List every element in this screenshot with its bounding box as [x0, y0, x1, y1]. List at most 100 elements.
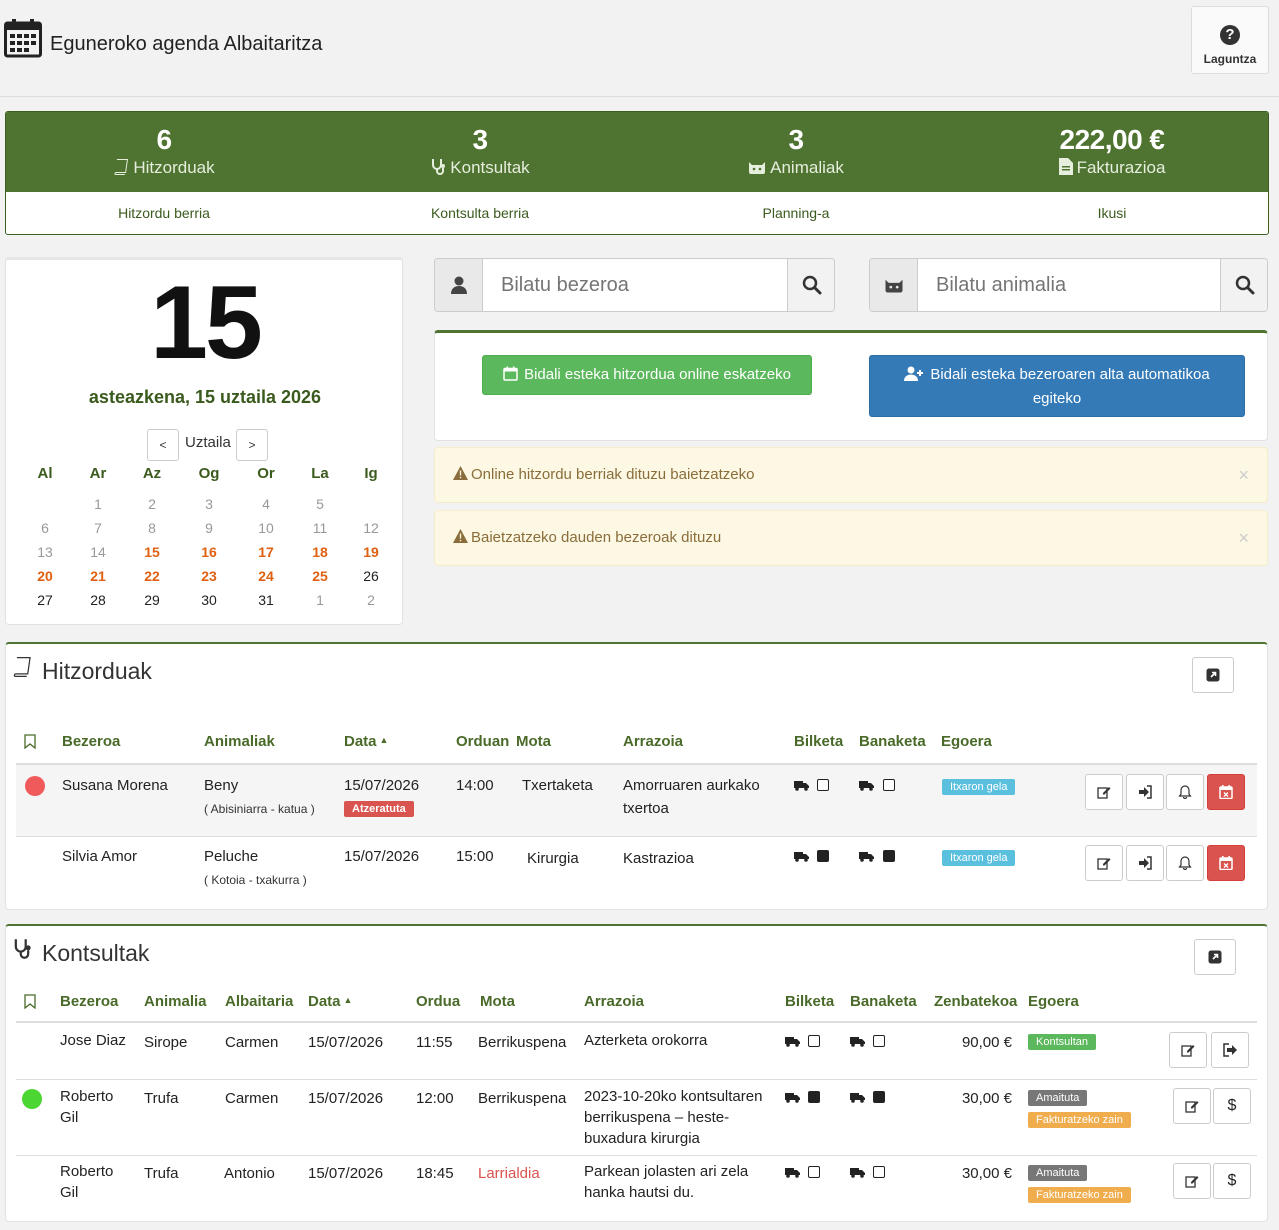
calendar-day[interactable]: 10 — [246, 520, 286, 536]
invoice-button[interactable]: $ — [1213, 1163, 1251, 1199]
delivery-checkbox[interactable] — [873, 1091, 885, 1103]
column-header[interactable]: Animaliak — [204, 733, 275, 750]
calendar-day[interactable]: 13 — [25, 544, 65, 560]
calendar-day[interactable]: 1 — [78, 496, 118, 512]
calendar-day[interactable]: 22 — [132, 568, 172, 584]
column-header[interactable]: Bezeroa — [62, 733, 120, 750]
client-search-button[interactable] — [787, 259, 834, 311]
animal-search-button[interactable] — [1220, 259, 1267, 311]
prev-month-button[interactable]: < — [147, 429, 179, 461]
calendar-day[interactable]: 30 — [189, 592, 229, 608]
pickup-checkbox[interactable] — [817, 779, 829, 791]
column-header[interactable]: Mota — [480, 993, 515, 1010]
column-header[interactable]: Egoera — [941, 733, 992, 750]
calendar-day[interactable]: 25 — [300, 568, 340, 584]
calendar-day[interactable]: 28 — [78, 592, 118, 608]
column-header[interactable]: Orduan — [456, 733, 509, 750]
animal-search-input[interactable] — [918, 259, 1220, 311]
calendar-day[interactable]: 5 — [300, 496, 340, 512]
send-online-appointment-link-button[interactable]: Bidali esteka hitzordua online eskatzeko — [482, 355, 812, 395]
column-header[interactable]: Mota — [516, 733, 551, 750]
edit-button[interactable] — [1085, 845, 1123, 881]
consultations-title: Kontsultak — [42, 940, 150, 966]
send-client-signup-link-button[interactable]: Bidali esteka bezeroaren alta automatiko… — [869, 355, 1245, 417]
view-billing-link[interactable]: Ikusi — [954, 192, 1268, 234]
next-month-button[interactable]: > — [236, 429, 268, 461]
calendar-day[interactable]: 8 — [132, 520, 172, 536]
calendar-day[interactable]: 19 — [351, 544, 391, 560]
stat-label: Fakturazioa — [1076, 158, 1166, 177]
new-consultation-link[interactable]: Kontsulta berria — [322, 192, 638, 234]
calendar-day[interactable]: 31 — [246, 592, 286, 608]
notify-button[interactable] — [1166, 774, 1204, 810]
edit-button[interactable] — [1085, 774, 1123, 810]
pickup-checkbox[interactable] — [808, 1035, 820, 1047]
column-header[interactable]: Data ▲ — [344, 733, 388, 750]
close-icon[interactable]: × — [1238, 511, 1249, 565]
calendar-day[interactable]: 16 — [189, 544, 229, 560]
check-in-button[interactable] — [1126, 845, 1164, 881]
calendar-day[interactable]: 29 — [132, 592, 172, 608]
calendar-day[interactable]: 14 — [78, 544, 118, 560]
pickup-checkbox[interactable] — [808, 1166, 820, 1178]
delivery-checkbox[interactable] — [883, 779, 895, 791]
notify-button[interactable] — [1166, 845, 1204, 881]
edit-button[interactable] — [1169, 1032, 1207, 1068]
close-icon[interactable]: × — [1238, 448, 1249, 502]
calendar-day[interactable]: 7 — [78, 520, 118, 536]
calendar-day[interactable]: 3 — [189, 496, 229, 512]
truck-icon — [859, 780, 874, 791]
consultation-date: 15/07/2026 — [308, 1090, 384, 1107]
cancel-appointment-button[interactable] — [1207, 774, 1245, 810]
calendar-day[interactable]: 17 — [246, 544, 286, 560]
calendar-day[interactable]: 21 — [78, 568, 118, 584]
check-in-button[interactable] — [1126, 774, 1164, 810]
cancel-appointment-button[interactable] — [1207, 845, 1245, 881]
expand-appointments-button[interactable] — [1192, 657, 1234, 693]
calendar-day[interactable]: 9 — [189, 520, 229, 536]
column-header[interactable]: Arrazoia — [584, 993, 644, 1010]
column-header[interactable]: Bilketa — [785, 993, 834, 1010]
pickup-checkbox[interactable] — [817, 850, 829, 862]
column-header[interactable]: Bilketa — [794, 733, 843, 750]
calendar-day[interactable]: 26 — [351, 568, 391, 584]
calendar-day[interactable]: 11 — [300, 520, 340, 536]
calendar-day[interactable]: 2 — [351, 592, 391, 608]
pickup-checkbox[interactable] — [808, 1091, 820, 1103]
calendar-day[interactable]: 6 — [25, 520, 65, 536]
stat-billing: 222,00 € Fakturazioa — [954, 112, 1268, 192]
delivery-checkbox[interactable] — [873, 1166, 885, 1178]
calendar-day[interactable]: 20 — [25, 568, 65, 584]
planning-link[interactable]: Planning-a — [638, 192, 954, 234]
column-header[interactable]: Data ▲ — [308, 993, 352, 1010]
column-header[interactable]: Bezeroa — [60, 993, 118, 1010]
calendar-day[interactable]: 1 — [300, 592, 340, 608]
calendar-day[interactable]: 24 — [246, 568, 286, 584]
edit-button[interactable] — [1173, 1088, 1211, 1124]
calendar-day[interactable]: 23 — [189, 568, 229, 584]
column-header[interactable]: Albaitaria — [225, 993, 293, 1010]
column-header[interactable]: Ordua — [416, 993, 460, 1010]
invoice-button[interactable]: $ — [1213, 1088, 1251, 1124]
column-header[interactable]: Animalia — [144, 993, 207, 1010]
calendar-day[interactable]: 12 — [351, 520, 391, 536]
client-search-input[interactable] — [483, 259, 787, 311]
calendar-day[interactable]: 15 — [132, 544, 172, 560]
new-appointment-link[interactable]: Hitzordu berria — [6, 192, 322, 234]
column-header[interactable]: Egoera — [1028, 993, 1079, 1010]
column-header[interactable]: Zenbatekoa — [934, 993, 1017, 1010]
finish-consultation-button[interactable] — [1211, 1032, 1249, 1068]
column-header[interactable]: Banaketa — [859, 733, 926, 750]
column-header[interactable]: Banaketa — [850, 993, 917, 1010]
calendar-day[interactable]: 18 — [300, 544, 340, 560]
column-header[interactable]: Arrazoia — [623, 733, 683, 750]
status-badge: Amaituta — [1028, 1090, 1088, 1106]
help-button[interactable]: ? Laguntza — [1191, 6, 1269, 74]
delivery-checkbox[interactable] — [873, 1035, 885, 1047]
expand-consultations-button[interactable] — [1194, 939, 1236, 975]
delivery-checkbox[interactable] — [883, 850, 895, 862]
calendar-day[interactable]: 2 — [132, 496, 172, 512]
calendar-day[interactable]: 4 — [246, 496, 286, 512]
calendar-day[interactable]: 27 — [25, 592, 65, 608]
edit-button[interactable] — [1173, 1163, 1211, 1199]
